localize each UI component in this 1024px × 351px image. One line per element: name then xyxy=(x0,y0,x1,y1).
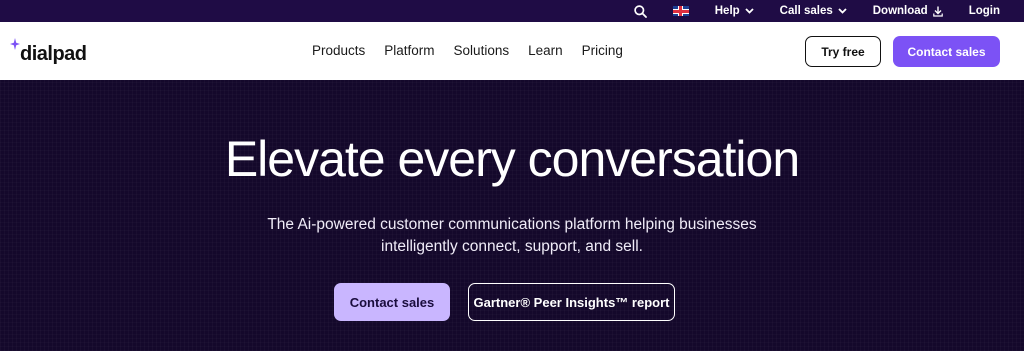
contact-sales-button[interactable]: Contact sales xyxy=(893,36,1000,67)
hero-subtitle: The Ai-powered customer communications p… xyxy=(0,214,1024,258)
nav-link-solutions[interactable]: Solutions xyxy=(454,43,510,58)
hero-contact-sales-button[interactable]: Contact sales xyxy=(334,283,450,321)
chevron-down-icon xyxy=(838,8,847,14)
chevron-down-icon xyxy=(745,8,754,14)
nav-link-products[interactable]: Products xyxy=(312,43,365,58)
search-button[interactable] xyxy=(634,4,647,18)
sparkle-logo-icon xyxy=(10,38,20,50)
try-free-button[interactable]: Try free xyxy=(805,36,881,67)
nav-link-learn[interactable]: Learn xyxy=(528,43,563,58)
hero-subtitle-line-2: intelligently connect, support, and sell… xyxy=(381,238,643,255)
search-icon xyxy=(634,4,647,18)
hero-subtitle-line-1: The Ai-powered customer communications p… xyxy=(267,216,757,233)
login-label: Login xyxy=(968,5,1000,17)
language-selector[interactable] xyxy=(672,6,689,16)
hero-title: Elevate every conversation xyxy=(224,131,800,187)
gartner-report-button[interactable]: Gartner® Peer Insights™ report xyxy=(468,283,675,321)
nav-links: Products Platform Solutions Learn Pricin… xyxy=(312,43,642,58)
download-icon xyxy=(932,6,943,17)
call-sales-menu[interactable]: Call sales xyxy=(780,5,847,17)
download-link[interactable]: Download xyxy=(873,5,943,17)
main-nav: dialpad Products Platform Solutions Lear… xyxy=(0,22,1024,80)
dialpad-logo[interactable]: dialpad xyxy=(10,38,87,66)
nav-link-platform[interactable]: Platform xyxy=(384,43,434,58)
uk-flag-icon xyxy=(672,6,689,16)
hero-section: Elevate every conversation The Ai-powere… xyxy=(0,80,1024,351)
nav-link-pricing[interactable]: Pricing xyxy=(582,43,623,58)
utility-bar: Help Call sales Download Login xyxy=(0,0,1024,22)
call-sales-label: Call sales xyxy=(779,5,833,17)
logo-text: dialpad xyxy=(20,43,87,65)
download-label: Download xyxy=(872,5,928,17)
help-label: Help xyxy=(714,5,740,17)
login-link[interactable]: Login xyxy=(969,5,1000,17)
help-menu[interactable]: Help xyxy=(715,5,754,17)
